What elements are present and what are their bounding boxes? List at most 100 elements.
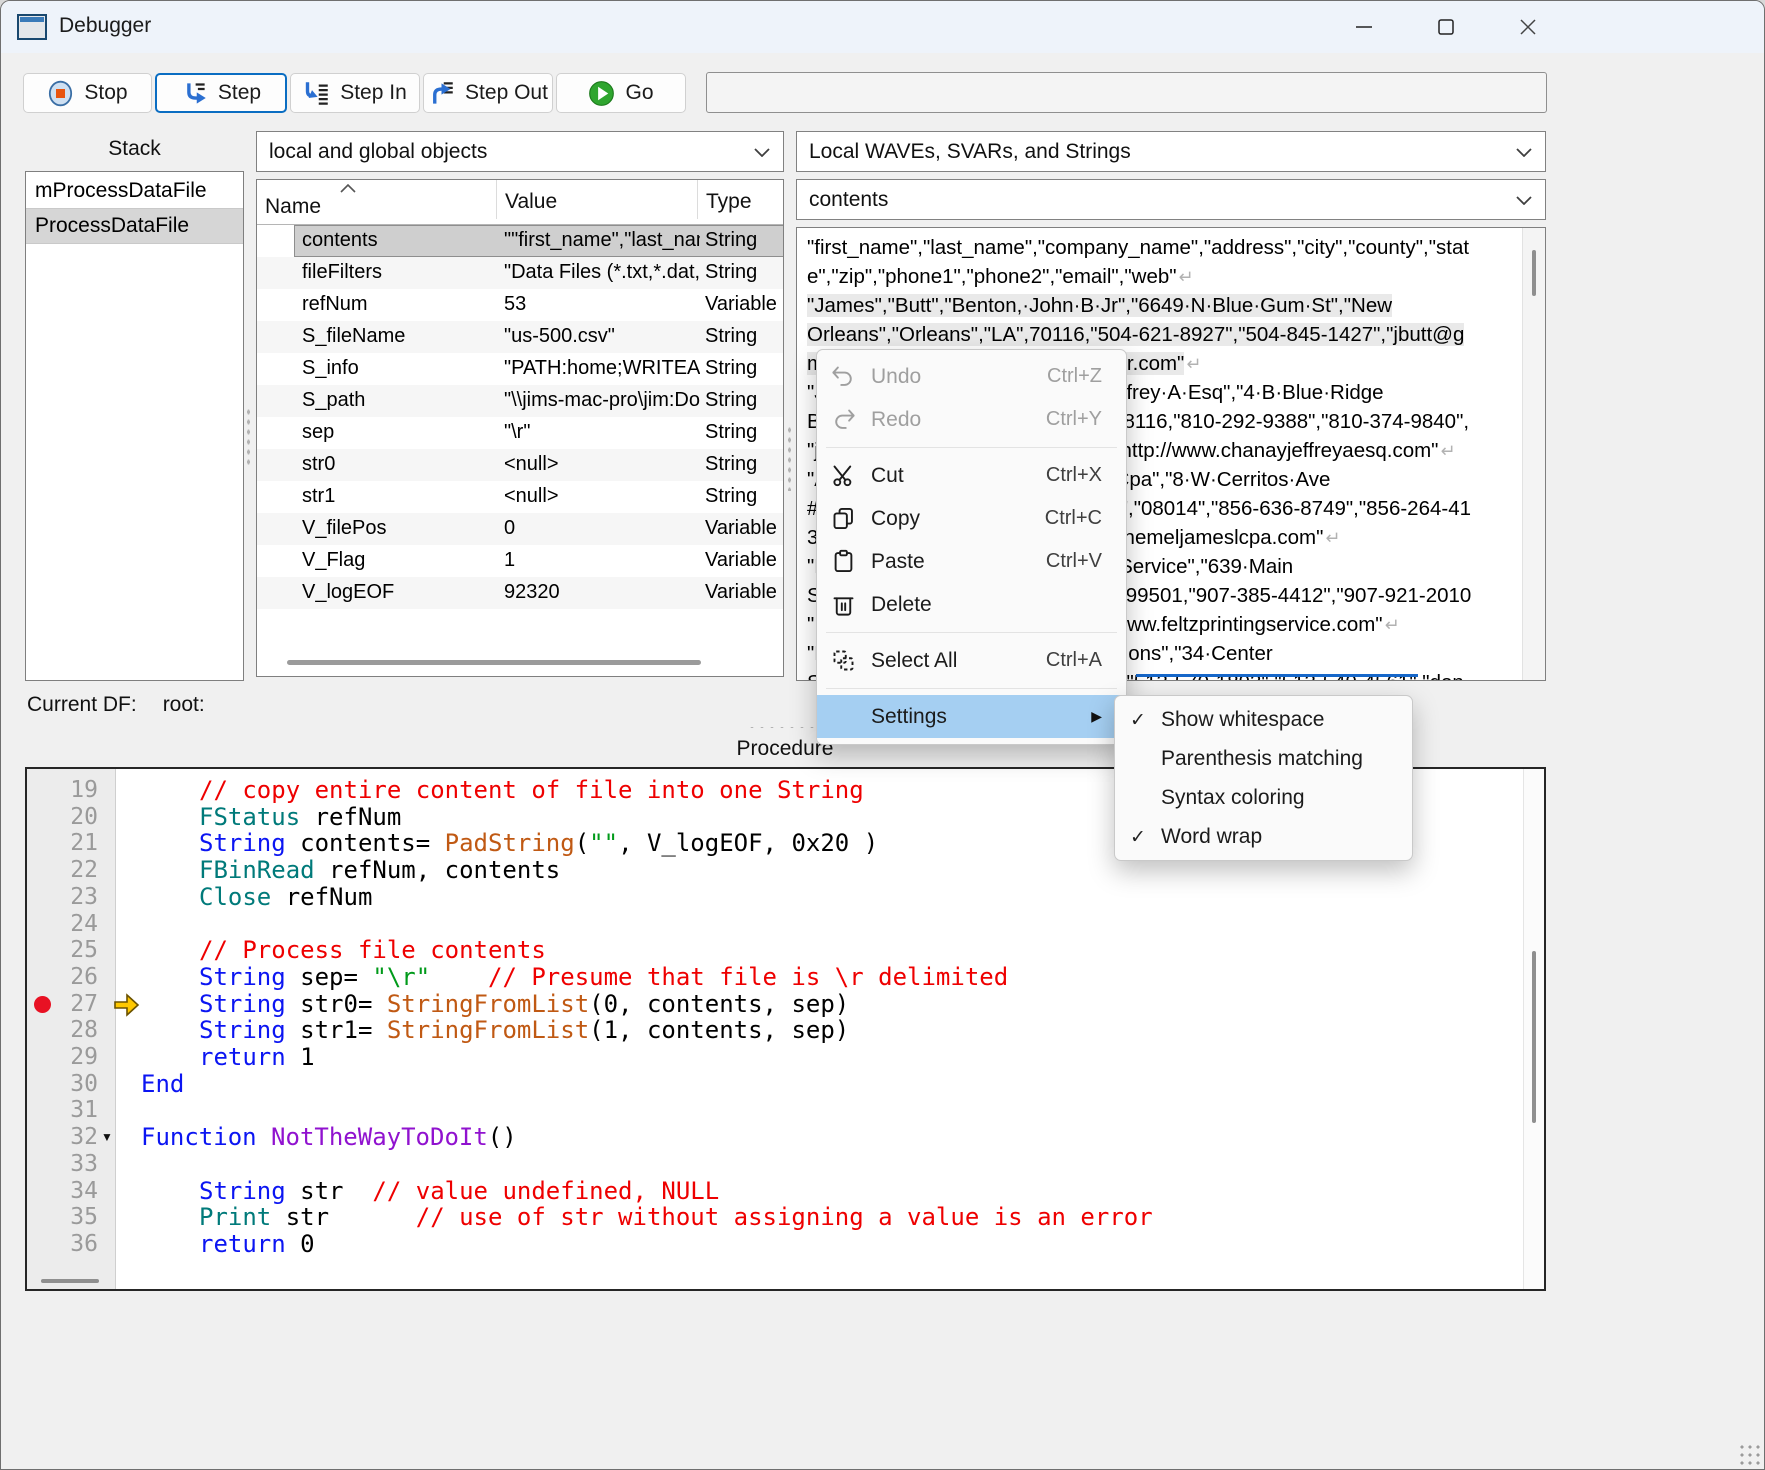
breakpoint-icon[interactable] [34,996,51,1013]
minimize-icon [1353,16,1375,38]
column-header-name[interactable]: Name [265,195,321,219]
table-row[interactable]: S_fileName"us-500.csv"String [257,321,783,353]
code-token: String [199,963,286,991]
return-mark-icon: ↵ [1186,354,1201,375]
menu-item-redo[interactable]: Redo Ctrl+Y [817,398,1126,441]
menu-item-cut[interactable]: Cut Ctrl+X [817,454,1126,497]
table-row[interactable]: fileFilters"Data Files (*.txt,*.dat,*...… [257,257,783,289]
column-header-type[interactable]: Type [697,180,752,219]
table-row[interactable]: str1<null>String [257,481,783,513]
cell-value: 92320 [504,581,560,604]
menu-item-copy[interactable]: Copy Ctrl+C [817,497,1126,540]
submenu-item-syntax-coloring[interactable]: Syntax coloring [1115,778,1412,817]
table-row[interactable]: V_Flag1Variable [257,545,783,577]
menu-item-settings[interactable]: Settings ▶ [817,695,1126,738]
line-number[interactable]: 22 [27,857,98,884]
select-all-icon [827,647,859,674]
table-row[interactable]: S_info"PATH:home;WRITEABL...String [257,353,783,385]
code-token: refNum [271,883,372,911]
line-number[interactable]: 21 [27,830,98,857]
objects-scope-dropdown[interactable]: local and global objects [256,131,784,172]
line-number[interactable]: 33 [27,1151,98,1178]
menu-item-delete[interactable]: Delete [817,583,1126,626]
cell-value: <null> [504,485,559,508]
cell-value: "\\jims-mac-pro\jim:Do... [504,389,700,412]
splitter-grip[interactable] [246,407,251,469]
maximize-button[interactable] [1414,1,1478,53]
horizontal-scrollbar[interactable] [287,660,701,665]
code-token: str1= [286,1016,387,1044]
window-resize-grip[interactable] [1736,1441,1760,1465]
stop-label: Stop [84,81,127,105]
menu-item-select-all[interactable]: Select All Ctrl+A [817,639,1126,682]
stack-item[interactable]: mProcessDataFile [26,174,243,209]
copy-icon [827,505,859,532]
stop-button[interactable]: Stop [23,73,152,113]
table-row[interactable]: V_logEOF92320Variable [257,577,783,609]
cell-type: Variable [705,549,777,572]
code-line: String str0= StringFromList(0, contents,… [199,991,849,1018]
stack-item-selected[interactable]: ProcessDataFile [26,209,243,244]
table-row[interactable]: sep"\r"String [257,417,783,449]
cell-name: fileFilters [302,261,382,284]
close-button[interactable] [1496,1,1560,53]
table-row[interactable]: contents""first_name","last_nam...String [257,225,783,257]
cell-type: String [705,389,757,412]
step-out-button[interactable]: Step Out [423,73,553,113]
line-number[interactable]: 34 [27,1178,98,1205]
submenu-item-parenthesis-matching[interactable]: Parenthesis matching [1115,739,1412,778]
code-token: Function [141,1123,257,1151]
cell-name: S_info [302,357,359,380]
table-row[interactable]: V_filePos0Variable [257,513,783,545]
line-number[interactable]: 32 [27,1124,98,1151]
splitter-grip[interactable] [747,725,821,730]
step-in-label: Step In [340,81,407,105]
horizontal-scrollbar[interactable] [41,1279,99,1283]
submenu-item-word-wrap[interactable]: ✓ Word wrap [1115,817,1412,856]
line-number-gutter[interactable]: 1920212223242526272829303132▼33343536 [27,769,116,1289]
scrollbar-thumb[interactable] [1532,951,1536,1123]
code-token: PadString [445,829,575,857]
line-number[interactable]: 26 [27,964,98,991]
cell-type: String [705,421,757,444]
line-number[interactable]: 30 [27,1071,98,1098]
code-line: Close refNum [199,884,372,911]
table-row[interactable]: S_path"\\jims-mac-pro\jim:Do...String [257,385,783,417]
vertical-scrollbar[interactable] [1522,228,1545,680]
minimize-button[interactable] [1332,1,1396,53]
line-number[interactable]: 31 [27,1097,98,1124]
go-button[interactable]: Go [556,73,686,113]
line-number[interactable]: 24 [27,911,98,938]
go-icon [588,80,615,107]
table-row[interactable]: refNum53Variable [257,289,783,321]
string-select-dropdown[interactable]: contents [796,179,1546,220]
code-token: String [199,1016,286,1044]
vertical-scrollbar[interactable] [1523,769,1544,1289]
step-button[interactable]: Step [155,73,287,113]
cell-value: <null> [504,453,559,476]
line-number[interactable]: 23 [27,884,98,911]
delete-icon [827,591,859,618]
line-number[interactable]: 29 [27,1044,98,1071]
splitter-grip[interactable] [787,425,792,491]
fold-triangle-icon[interactable]: ▼ [101,1130,113,1144]
code-token: StringFromList [387,1016,589,1044]
table-row[interactable]: str0<null>String [257,449,783,481]
step-in-button[interactable]: Step In [290,73,420,113]
cell-name: str1 [302,485,335,508]
cell-type: Variable [705,293,777,316]
code-token: str0= [286,990,387,1018]
menu-item-undo[interactable]: Undo Ctrl+Z [817,355,1126,398]
line-number[interactable]: 28 [27,1017,98,1044]
maximize-icon [1435,16,1457,38]
line-number[interactable]: 20 [27,804,98,831]
menu-item-paste[interactable]: Paste Ctrl+V [817,540,1126,583]
submenu-item-show-whitespace[interactable]: ✓ Show whitespace [1115,700,1412,739]
line-number[interactable]: 36 [27,1231,98,1258]
scrollbar-thumb[interactable] [1532,250,1536,296]
column-header-value[interactable]: Value [496,180,557,219]
line-number[interactable]: 19 [27,777,98,804]
line-number[interactable]: 35 [27,1204,98,1231]
line-number[interactable]: 25 [27,937,98,964]
strings-category-dropdown[interactable]: Local WAVEs, SVARs, and Strings [796,131,1546,172]
